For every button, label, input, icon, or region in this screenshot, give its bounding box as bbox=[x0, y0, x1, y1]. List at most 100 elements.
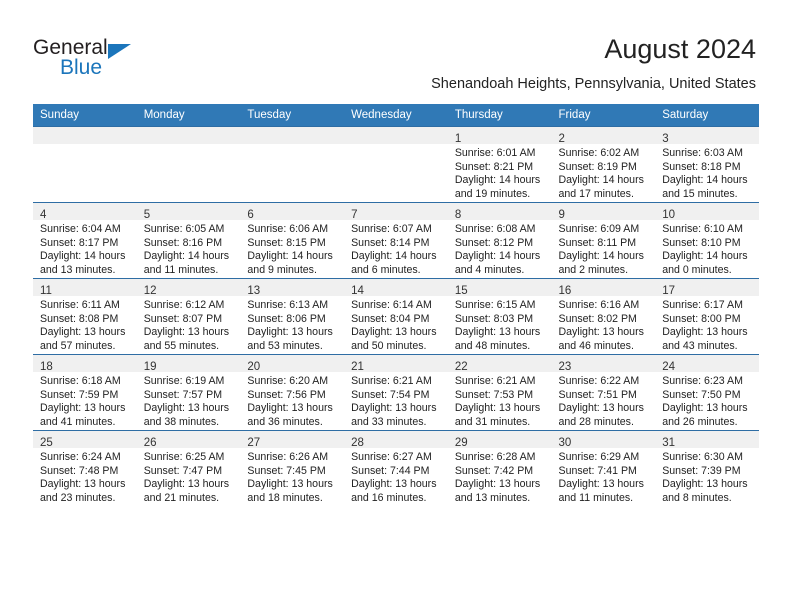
calendar-day-cell[interactable]: 30 Sunrise: 6:29 AM Sunset: 7:41 PM Dayligh… bbox=[551, 430, 656, 506]
daylight-text-line2: and 48 minutes. bbox=[454, 339, 531, 352]
daylight-text-line2: and 13 minutes. bbox=[454, 491, 531, 504]
sunrise-text: Sunrise: 6:24 AM bbox=[40, 451, 121, 463]
day-number-strip bbox=[136, 127, 241, 144]
calendar-day-cell[interactable]: 10 Sunrise: 6:10 AM Sunset: 8:10 PM Dayligh… bbox=[655, 202, 759, 279]
calendar-day-cell[interactable]: 5 Sunrise: 6:05 AM Sunset: 8:16 PM Daylight… bbox=[136, 202, 241, 279]
day-number-strip: 17 bbox=[655, 279, 759, 297]
daylight-text-line2: and 55 minutes. bbox=[143, 339, 220, 352]
day-details: Sunrise: 6:14 AM Sunset: 8:04 PM Daylight:… bbox=[344, 296, 448, 353]
day-number-strip: 29 bbox=[447, 431, 552, 449]
daylight-text-line2: and 6 minutes. bbox=[351, 263, 421, 276]
sunset-text: Sunset: 7:41 PM bbox=[558, 464, 637, 477]
day-details: Sunrise: 6:09 AM Sunset: 8:11 PM Daylight:… bbox=[552, 220, 656, 277]
sunset-text: Sunset: 8:18 PM bbox=[662, 160, 741, 173]
daylight-text-line2: and 50 minutes. bbox=[351, 339, 427, 352]
calendar-body: 1 Sunrise: 6:01 AM Sunset: 8:21 PM Daylight… bbox=[33, 126, 759, 506]
calendar-day-cell[interactable]: 1 Sunrise: 6:01 AM Sunset: 8:21 PM Daylight… bbox=[447, 126, 552, 203]
sunrise-text: Sunrise: 6:29 AM bbox=[558, 451, 640, 463]
calendar-day-cell[interactable]: 3 Sunrise: 6:03 AM Sunset: 8:18 PM Daylight… bbox=[655, 126, 759, 203]
calendar-day-cell[interactable]: 25 Sunrise: 6:24 AM Sunset: 7:48 PM Dayligh… bbox=[33, 430, 137, 506]
calendar-day-cell[interactable]: 6 Sunrise: 6:06 AM Sunset: 8:15 PM Daylight… bbox=[240, 202, 345, 279]
sunrise-text: Sunrise: 6:16 AM bbox=[558, 299, 640, 311]
calendar-day-cell[interactable]: 7 Sunrise: 6:07 AM Sunset: 8:14 PM Daylight… bbox=[344, 202, 448, 279]
daylight-text-line2: and 21 minutes. bbox=[143, 491, 220, 504]
calendar-day-cell[interactable]: 16 Sunrise: 6:16 AM Sunset: 8:02 PM Dayligh… bbox=[551, 278, 656, 355]
calendar-day-cell[interactable]: 31 Sunrise: 6:30 AM Sunset: 7:39 PM Dayligh… bbox=[655, 430, 759, 506]
general-blue-logo[interactable]: General Blue bbox=[33, 36, 233, 86]
sunrise-text: Sunrise: 6:21 AM bbox=[454, 375, 536, 387]
calendar-day-cell[interactable]: 9 Sunrise: 6:09 AM Sunset: 8:11 PM Daylight… bbox=[551, 202, 656, 279]
calendar-day-cell[interactable]: 19 Sunrise: 6:19 AM Sunset: 7:57 PM Dayligh… bbox=[136, 354, 241, 431]
calendar-week-row: 25 Sunrise: 6:24 AM Sunset: 7:48 PM Dayligh… bbox=[33, 430, 759, 506]
daylight-text-line1: Daylight: 13 hours bbox=[662, 402, 748, 415]
calendar-day-cell[interactable]: 23 Sunrise: 6:22 AM Sunset: 7:51 PM Dayligh… bbox=[551, 354, 656, 431]
daylight-text-line1: Daylight: 13 hours bbox=[143, 326, 230, 339]
day-number-strip: 14 bbox=[344, 279, 448, 297]
day-number-strip: 9 bbox=[551, 203, 656, 221]
daylight-text-line1: Daylight: 13 hours bbox=[454, 326, 541, 339]
calendar-day-cell[interactable]: 26 Sunrise: 6:25 AM Sunset: 7:47 PM Dayligh… bbox=[136, 430, 241, 506]
day-details: Sunrise: 6:06 AM Sunset: 8:15 PM Daylight:… bbox=[240, 220, 344, 277]
day-number-strip: 26 bbox=[136, 431, 241, 449]
calendar-day-cell[interactable]: 28 Sunrise: 6:27 AM Sunset: 7:44 PM Dayligh… bbox=[344, 430, 448, 506]
day-number: 22 bbox=[454, 361, 468, 373]
daylight-text-line1: Daylight: 13 hours bbox=[558, 326, 644, 339]
day-number-strip: 23 bbox=[551, 355, 656, 373]
day-number-strip: 25 bbox=[33, 431, 137, 449]
day-details: Sunrise: 6:07 AM Sunset: 8:14 PM Daylight:… bbox=[344, 220, 448, 277]
sunset-text: Sunset: 8:11 PM bbox=[558, 236, 637, 249]
day-details: Sunrise: 6:20 AM Sunset: 7:56 PM Daylight:… bbox=[240, 372, 344, 429]
calendar-day-cell[interactable]: 18 Sunrise: 6:18 AM Sunset: 7:59 PM Dayligh… bbox=[33, 354, 137, 431]
calendar-day-cell[interactable]: 15 Sunrise: 6:15 AM Sunset: 8:03 PM Dayligh… bbox=[447, 278, 552, 355]
calendar-day-cell[interactable]: 13 Sunrise: 6:13 AM Sunset: 8:06 PM Dayligh… bbox=[240, 278, 345, 355]
calendar-week-row: 1 Sunrise: 6:01 AM Sunset: 8:21 PM Daylight… bbox=[33, 126, 759, 203]
day-number: 14 bbox=[351, 285, 364, 297]
calendar-day-cell[interactable]: 2 Sunrise: 6:02 AM Sunset: 8:19 PM Daylight… bbox=[551, 126, 656, 203]
day-details: Sunrise: 6:26 AM Sunset: 7:45 PM Daylight:… bbox=[240, 448, 344, 505]
calendar-day-cell[interactable]: 14 Sunrise: 6:14 AM Sunset: 8:04 PM Dayligh… bbox=[344, 278, 448, 355]
day-number: 25 bbox=[40, 437, 53, 449]
day-number: 31 bbox=[662, 437, 676, 449]
daylight-text-line2: and 26 minutes. bbox=[662, 415, 738, 428]
weekday-header-monday: Monday bbox=[136, 104, 241, 127]
logo-triangle-icon bbox=[108, 44, 131, 59]
daylight-text-line2: and 23 minutes. bbox=[40, 491, 116, 504]
calendar-day-cell[interactable]: 11 Sunrise: 6:11 AM Sunset: 8:08 PM Dayligh… bbox=[33, 278, 137, 355]
day-number: 23 bbox=[558, 361, 572, 373]
day-number-strip: 16 bbox=[551, 279, 656, 297]
calendar-day-cell[interactable]: 24 Sunrise: 6:23 AM Sunset: 7:50 PM Dayligh… bbox=[655, 354, 759, 431]
sunrise-text: Sunrise: 6:25 AM bbox=[143, 451, 225, 463]
sunrise-text: Sunrise: 6:13 AM bbox=[247, 299, 329, 311]
calendar-day-cell[interactable]: 27 Sunrise: 6:26 AM Sunset: 7:45 PM Dayligh… bbox=[240, 430, 345, 506]
day-details: Sunrise: 6:12 AM Sunset: 8:07 PM Daylight:… bbox=[137, 296, 241, 353]
daylight-text-line1: Daylight: 13 hours bbox=[143, 402, 230, 415]
day-details: Sunrise: 6:13 AM Sunset: 8:06 PM Daylight:… bbox=[240, 296, 344, 353]
day-number-strip: 3 bbox=[655, 127, 759, 145]
calendar-day-cell[interactable]: 29 Sunrise: 6:28 AM Sunset: 7:42 PM Dayligh… bbox=[447, 430, 552, 506]
day-number: 28 bbox=[351, 437, 364, 449]
day-details: Sunrise: 6:08 AM Sunset: 8:12 PM Daylight:… bbox=[448, 220, 552, 277]
sunset-text: Sunset: 8:08 PM bbox=[40, 312, 119, 325]
calendar-day-cell[interactable]: 20 Sunrise: 6:20 AM Sunset: 7:56 PM Dayligh… bbox=[240, 354, 345, 431]
sunset-text: Sunset: 8:00 PM bbox=[662, 312, 741, 325]
sunset-text: Sunset: 8:10 PM bbox=[662, 236, 741, 249]
sunset-text: Sunset: 8:12 PM bbox=[454, 236, 534, 249]
day-number-strip: 12 bbox=[136, 279, 241, 297]
page-subtitle: Shenandoah Heights, Pennsylvania, United… bbox=[431, 76, 756, 92]
daylight-text-line1: Daylight: 14 hours bbox=[351, 250, 437, 263]
calendar-day-cell[interactable]: 21 Sunrise: 6:21 AM Sunset: 7:54 PM Dayligh… bbox=[344, 354, 448, 431]
daylight-text-line2: and 38 minutes. bbox=[143, 415, 220, 428]
sunrise-text: Sunrise: 6:05 AM bbox=[143, 223, 225, 235]
calendar-day-cell[interactable]: 4 Sunrise: 6:04 AM Sunset: 8:17 PM Daylight… bbox=[33, 202, 137, 279]
day-number-strip: 22 bbox=[447, 355, 552, 373]
day-number: 5 bbox=[143, 209, 151, 221]
calendar-day-cell[interactable]: 17 Sunrise: 6:17 AM Sunset: 8:00 PM Dayligh… bbox=[655, 278, 759, 355]
day-number: 7 bbox=[351, 209, 358, 221]
day-number: 9 bbox=[558, 209, 565, 221]
daylight-text-line2: and 11 minutes. bbox=[143, 263, 219, 276]
calendar-day-cell[interactable]: 8 Sunrise: 6:08 AM Sunset: 8:12 PM Daylight… bbox=[447, 202, 552, 279]
day-number-strip: 19 bbox=[136, 355, 241, 373]
day-number: 16 bbox=[558, 285, 572, 297]
calendar-day-cell[interactable]: 12 Sunrise: 6:12 AM Sunset: 8:07 PM Dayligh… bbox=[136, 278, 241, 355]
calendar-day-cell[interactable]: 22 Sunrise: 6:21 AM Sunset: 7:53 PM Dayligh… bbox=[447, 354, 552, 431]
